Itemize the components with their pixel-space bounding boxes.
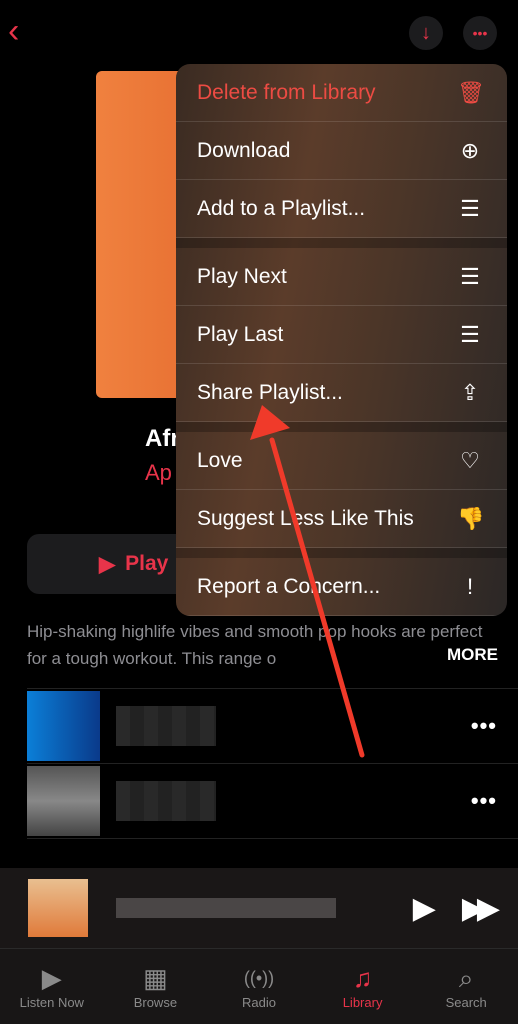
annotation-arrow — [250, 405, 365, 758]
